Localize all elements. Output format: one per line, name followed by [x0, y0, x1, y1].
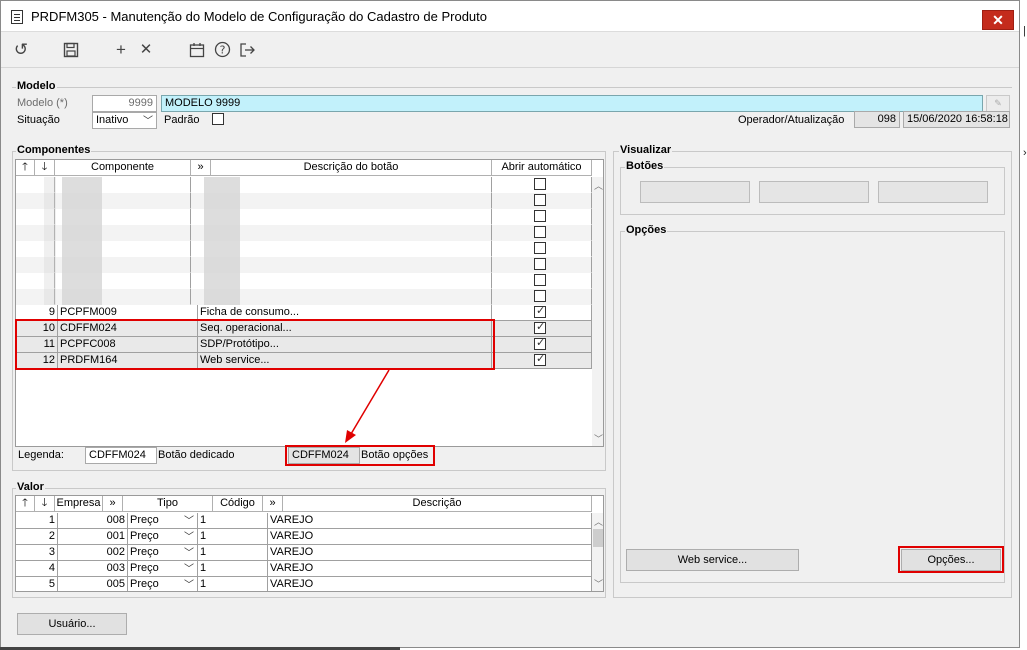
annotation-arrow [345, 369, 390, 443]
edge-mark: › [1023, 147, 1027, 159]
main-window: PRDFM305 - Manutenção do Modelo de Confi… [0, 0, 1020, 648]
edge-mark: | [1023, 25, 1026, 37]
